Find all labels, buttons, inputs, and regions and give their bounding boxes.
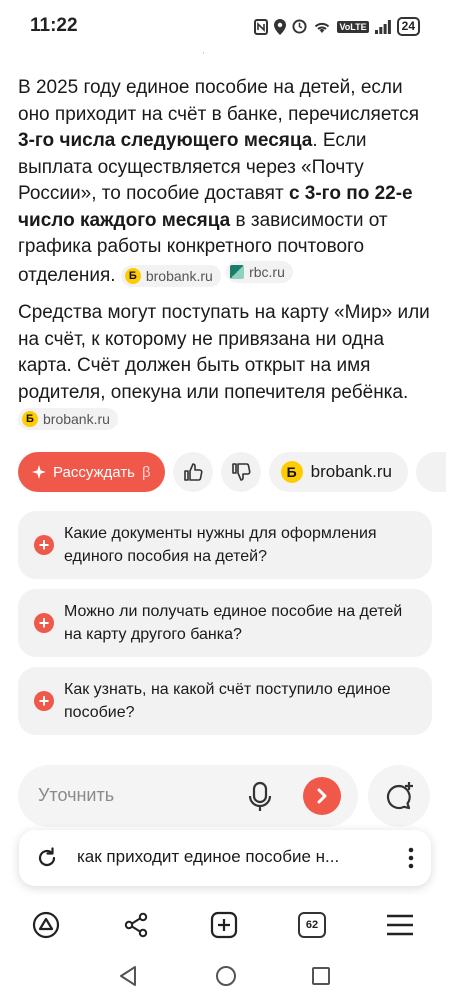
alice-button[interactable] — [26, 905, 66, 945]
system-nav — [0, 953, 450, 1000]
followup-question-text: Какие документы нужны для оформления еди… — [64, 525, 377, 565]
source-chip-brobank[interactable]: Бbrobank.ru — [120, 264, 221, 287]
send-button[interactable] — [303, 777, 341, 815]
followup-question-2[interactable]: + Можно ли получать единое пособие на де… — [18, 589, 432, 657]
thumbs-up-icon — [183, 463, 203, 481]
wifi-icon — [315, 22, 330, 33]
source-chip-label: brobank.ru — [145, 267, 213, 284]
tabs-count-badge: 62 — [298, 912, 326, 938]
brobank-logo-icon: Б — [22, 411, 38, 427]
signal-icon — [374, 19, 391, 34]
followup-question-text: Можно ли получать единое пособие на дете… — [64, 603, 403, 643]
like-button[interactable] — [172, 452, 213, 492]
share-button[interactable] — [116, 905, 156, 945]
new-chat-button[interactable] — [368, 765, 430, 827]
followup-question-1[interactable]: + Какие документы нужны для оформления е… — [18, 511, 432, 579]
query-bar[interactable]: как приходит единое пособие н... — [19, 830, 431, 886]
brobank-logo-icon: Б — [124, 267, 141, 284]
chevron-right-icon — [317, 788, 327, 804]
new-tab-button[interactable] — [204, 905, 244, 945]
sparkle-icon — [32, 465, 46, 479]
clarify-input-placeholder: Уточнить — [38, 785, 115, 805]
status-icons: VoLTE 24 — [254, 17, 420, 36]
source-button-label: brobank.ru — [310, 462, 392, 481]
status-bar: 11:22 VoLTE 24 — [0, 0, 450, 52]
followup-question-text: Как узнать, на какой счёт поступило един… — [64, 681, 391, 721]
location-icon — [274, 18, 287, 35]
reason-button-label: Рассуждать — [53, 463, 136, 481]
beta-badge: β — [142, 463, 151, 481]
thumbs-down-icon — [231, 463, 251, 481]
alice-icon — [32, 911, 60, 939]
followup-question-3[interactable]: + Как узнать, на какой счёт поступило ед… — [18, 667, 432, 735]
more-options-icon[interactable] — [407, 846, 415, 870]
microphone-icon[interactable] — [248, 781, 272, 813]
hamburger-menu-icon — [387, 914, 413, 936]
recents-square-icon[interactable] — [311, 966, 331, 986]
share-icon — [124, 912, 148, 938]
source-chip-label: rbc.ru — [249, 263, 285, 280]
source-chip-label: brobank.ru — [43, 411, 110, 427]
brobank-logo-icon: Б — [280, 461, 303, 483]
source-chip-rbc[interactable]: rbc.ru — [226, 260, 293, 283]
volte-badge: VoLTE — [337, 20, 369, 33]
status-time: 11:22 — [30, 15, 78, 36]
home-circle-icon[interactable] — [215, 965, 237, 987]
plus-icon: + — [34, 613, 54, 633]
refresh-icon[interactable] — [35, 846, 59, 870]
plus-square-icon — [210, 911, 238, 939]
alarm-icon — [292, 19, 307, 34]
source-button-brobank[interactable]: Б brobank.ru — [268, 452, 408, 492]
bottom-nav: 62 — [0, 895, 450, 953]
dislike-button[interactable] — [220, 452, 261, 492]
answer-paragraph-1: В 2025 году единое пособие на детей, есл… — [18, 75, 433, 289]
answer-text: В 2025 году единое пособие на детей, есл… — [18, 77, 420, 125]
rbc-logo-icon — [230, 264, 245, 279]
plus-icon: + — [34, 535, 54, 555]
answer-paragraph-2: Средства могут поступать на карту «Мир» … — [18, 300, 433, 433]
answer-text: Средства могут поступать на карту «Мир» … — [18, 302, 430, 403]
clarify-input[interactable]: Уточнить — [18, 765, 358, 827]
new-chat-icon — [386, 782, 413, 810]
answer-bold-text: 3-го числа следующего месяца — [18, 130, 313, 151]
more-sources-button[interactable] — [415, 452, 446, 492]
query-text: как приходит единое пособие н... — [77, 847, 340, 866]
back-triangle-icon[interactable] — [118, 965, 138, 987]
battery-indicator: 24 — [396, 17, 420, 36]
plus-icon: + — [34, 691, 54, 711]
source-chip-brobank[interactable]: Бbrobank.ru — [18, 408, 118, 430]
tabs-button[interactable]: 62 — [292, 905, 332, 945]
answer-actions: Рассуждать β Б brobank.ru — [18, 452, 450, 492]
reason-button[interactable]: Рассуждать β — [18, 452, 165, 492]
nfc-icon — [254, 18, 269, 35]
menu-button[interactable] — [380, 905, 420, 945]
